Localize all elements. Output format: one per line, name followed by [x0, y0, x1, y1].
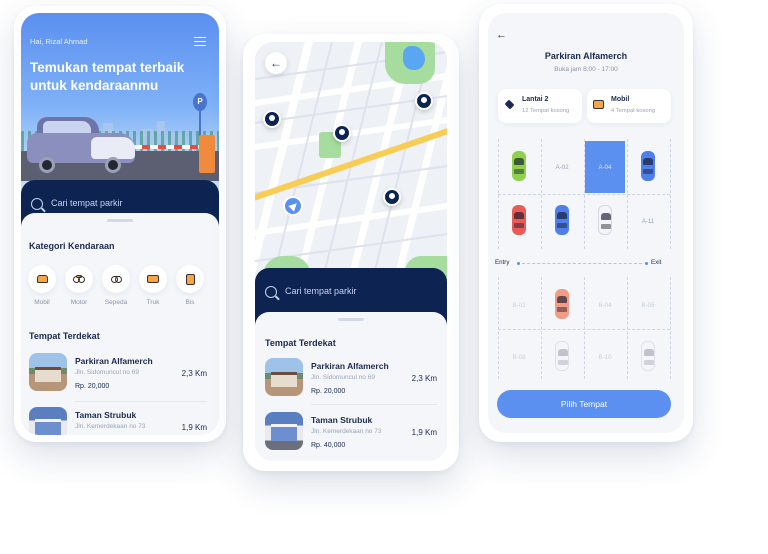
place-name: Taman Strubuk — [311, 415, 373, 425]
greeting-text: Hai, Rizal Ahmad — [30, 37, 88, 46]
parked-car — [512, 205, 526, 235]
location-pin-icon[interactable] — [333, 124, 351, 142]
arrow-left-icon: ← — [270, 56, 282, 70]
parking-slot[interactable]: B-10 — [585, 331, 625, 383]
barrier-gate-illustration — [126, 145, 206, 149]
place-thumbnail — [265, 412, 303, 450]
place-distance: 1,9 Km — [181, 423, 207, 432]
place-thumbnail — [29, 353, 67, 391]
parked-car — [641, 341, 655, 371]
menu-icon[interactable] — [194, 37, 206, 46]
home-screen: Hai, Rizal Ahmad Temukan tempat terbaik … — [21, 13, 219, 435]
place-list-item[interactable]: Taman Strubuk Jln. Kemerdekaan no 73 Rp.… — [265, 412, 437, 452]
lake-area — [403, 46, 425, 70]
parking-slot[interactable]: B-04 — [585, 279, 625, 331]
back-button[interactable]: ← — [265, 52, 287, 74]
car-icon — [36, 275, 48, 283]
divider — [75, 401, 207, 402]
place-address: Jln. Kemerdekaan no 73 — [311, 428, 382, 435]
place-list-item[interactable]: Parkiran Alfamerch Jln. Sidomuncul no 69… — [29, 353, 207, 393]
sheet-handle[interactable] — [338, 318, 364, 321]
map-view[interactable]: ← — [255, 42, 447, 282]
category-bicycle[interactable]: Sepeda — [101, 265, 131, 306]
slot-screen: ← Parkiran Alfamerch Buka jam 8:00 - 17:… — [488, 13, 684, 433]
bottom-sheet: Kategori Kendaraan Mobil Motor Sepeda Tr… — [21, 213, 219, 435]
choose-slot-button[interactable]: Pilih Tempat — [497, 390, 671, 418]
category-title: Kategori Kendaraan — [29, 241, 115, 251]
parked-car — [641, 151, 655, 181]
sheet-handle[interactable] — [107, 219, 133, 222]
place-name: Parkiran Alfamerch — [75, 356, 153, 366]
place-list-item[interactable]: Parkiran Alfamerch Jln. Sidomuncul no 69… — [265, 358, 437, 398]
parking-slot[interactable]: A-11 — [628, 195, 668, 247]
divider — [311, 404, 437, 405]
exit-label: Exit — [651, 259, 662, 266]
car-icon — [593, 100, 604, 109]
parking-slot[interactable]: B-05 — [628, 279, 668, 331]
layers-icon — [504, 99, 515, 110]
arrow-left-icon[interactable]: ← — [496, 29, 507, 41]
parking-slot[interactable]: B-08 — [499, 331, 539, 383]
page-title: Parkiran Alfamerch — [544, 51, 628, 61]
search-input[interactable]: Cari tempat parkir — [51, 198, 123, 208]
user-location-icon — [283, 196, 303, 216]
place-address: Jln. Kemerdekaan no 73 — [75, 423, 146, 430]
parking-slot[interactable]: B-02 — [499, 279, 539, 331]
search-icon — [31, 198, 43, 210]
place-distance: 1,9 Km — [411, 428, 437, 437]
bottom-sheet: Tempat Terdekat Parkiran Alfamerch Jln. … — [255, 312, 447, 461]
vehicle-card[interactable]: Mobil 4 Tempat kosong — [587, 89, 671, 123]
place-price: Rp. 40,000 — [311, 442, 346, 449]
opening-hours: Buka jam 8:00 - 17:00 — [554, 66, 618, 73]
place-price: Rp. 20,000 — [311, 388, 346, 395]
location-pin-icon[interactable] — [263, 110, 281, 128]
entry-label: Entry — [495, 259, 510, 266]
category-list: Mobil Motor Sepeda Truk Bis — [27, 265, 217, 313]
location-pin-icon[interactable] — [415, 92, 433, 110]
category-car[interactable]: Mobil — [27, 265, 57, 306]
slot-screen-phone: ← Parkiran Alfamerch Buka jam 8:00 - 17:… — [479, 4, 693, 442]
car-illustration — [27, 117, 137, 173]
search-icon — [265, 286, 277, 298]
nearby-title: Tempat Terdekat — [265, 338, 336, 348]
place-address: Jln. Sidomuncul no 69 — [75, 369, 139, 376]
place-name: Parkiran Alfamerch — [311, 361, 389, 371]
parked-car — [555, 289, 569, 319]
parking-slot[interactable]: A-02 — [542, 141, 582, 193]
place-distance: 2,3 Km — [411, 374, 437, 383]
place-address: Jln. Sidomuncul no 69 — [311, 374, 375, 381]
place-thumbnail — [29, 407, 67, 435]
home-screen-phone: Hai, Rizal Ahmad Temukan tempat terbaik … — [14, 6, 226, 442]
map-screen-phone: ← Cari tempat parkir Tempat Terdekat Par… — [243, 34, 459, 471]
search-input[interactable]: Cari tempat parkir — [285, 286, 357, 296]
ticket-booth-illustration — [199, 135, 215, 173]
place-distance: 2,3 Km — [181, 369, 207, 378]
floor-card[interactable]: Lantai 2 12 Tempat kosong — [498, 89, 582, 123]
place-thumbnail — [265, 358, 303, 396]
parking-layout: A-02 A-04 A-11 Entry Exit B-02 B-04 B-05… — [488, 139, 684, 379]
parked-car — [512, 151, 526, 181]
category-truck[interactable]: Truk — [138, 265, 168, 306]
category-bus[interactable]: Bis — [175, 265, 205, 306]
parking-slot-selected[interactable]: A-04 — [585, 141, 625, 193]
category-motorcycle[interactable]: Motor — [64, 265, 94, 306]
parked-car — [555, 341, 569, 371]
map-screen: ← Cari tempat parkir Tempat Terdekat Par… — [255, 42, 447, 461]
place-name: Taman Strubuk — [75, 410, 137, 420]
motorcycle-icon — [73, 275, 85, 283]
hero-headline: Temukan tempat terbaik untuk kendaraanmu — [30, 60, 185, 93]
parked-car — [598, 205, 612, 235]
place-price: Rp. 20,000 — [75, 383, 110, 390]
nearby-title: Tempat Terdekat — [29, 331, 100, 341]
truck-icon — [147, 275, 159, 283]
bicycle-icon — [110, 275, 122, 283]
bus-icon — [185, 273, 195, 285]
place-list-item[interactable]: Taman Strubuk Jln. Kemerdekaan no 73 1,9… — [29, 407, 207, 435]
parked-car — [555, 205, 569, 235]
location-pin-icon[interactable] — [383, 188, 401, 206]
